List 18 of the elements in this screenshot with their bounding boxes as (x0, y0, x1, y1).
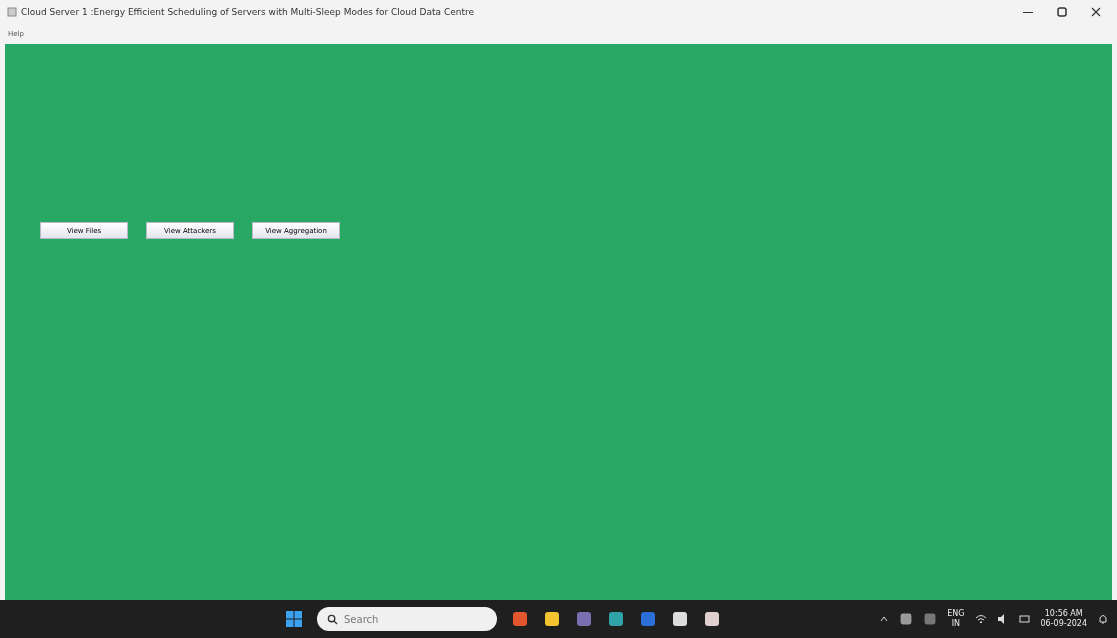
region-label[interactable]: IN (951, 619, 961, 629)
search-icon (327, 613, 338, 625)
battery-icon[interactable] (1018, 613, 1031, 625)
start-icon[interactable] (285, 610, 303, 628)
app-icon (7, 7, 17, 17)
close-icon[interactable] (1090, 6, 1102, 18)
window-title: Cloud Server 1 :Energy Efficient Scheduling of Servers with Multi-Sleep Modes for Cloud Data Centre (21, 7, 474, 17)
notification-bell-icon[interactable] (1097, 613, 1109, 625)
wifi-icon[interactable] (974, 613, 987, 625)
search-field[interactable]: Search (317, 607, 497, 631)
app-icon[interactable] (703, 610, 721, 628)
search-placeholder: Search (344, 613, 379, 625)
app-icon[interactable] (671, 610, 689, 628)
language-label[interactable]: ENG (947, 609, 965, 619)
maximize-icon[interactable] (1056, 6, 1068, 18)
clock-time[interactable]: 10:56 AM (1044, 609, 1083, 619)
clock-date[interactable]: 06-09-2024 (1040, 619, 1087, 629)
chevron-up-icon[interactable] (879, 614, 890, 624)
